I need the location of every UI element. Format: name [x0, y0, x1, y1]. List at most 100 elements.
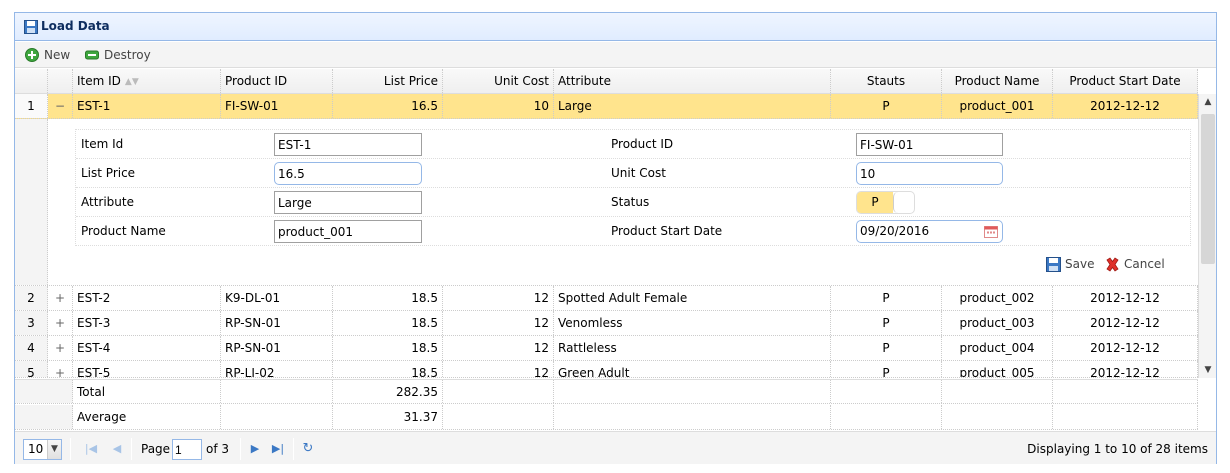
scrollbar-thumb[interactable]	[1201, 114, 1215, 264]
cell-item-id: EST-3	[73, 311, 221, 335]
cell-attribute: Spotted Adult Female	[554, 286, 831, 310]
attribute-field[interactable]	[274, 191, 422, 214]
cancel-button[interactable]: Cancel	[1105, 255, 1169, 273]
calendar-icon[interactable]	[984, 225, 998, 238]
header-item-id-label: Item ID	[77, 74, 121, 88]
cell-attribute: Rattleless	[554, 336, 831, 360]
cell-list-price: 18.5	[333, 336, 443, 360]
unit-cost-field[interactable]	[856, 162, 1003, 185]
footer-average-row: Average 31.37	[15, 405, 1198, 430]
page-number-input[interactable]	[172, 439, 202, 460]
expand-icon[interactable]: +	[48, 311, 73, 335]
first-page-icon[interactable]: |◀	[83, 440, 99, 458]
detail-gutter	[15, 119, 48, 285]
footer-total-row: Total 282.35	[15, 379, 1198, 404]
header-status[interactable]: Stauts	[831, 69, 942, 93]
new-button[interactable]: New	[25, 46, 73, 64]
cell-product-name: product_003	[942, 311, 1053, 335]
footer-cell	[942, 405, 1053, 429]
page-size-select[interactable]: 10 ▼	[23, 439, 62, 460]
start-date-label: Product Start Date	[611, 224, 723, 238]
header-attribute[interactable]: Attribute	[554, 69, 831, 93]
cancel-x-icon	[1106, 257, 1119, 272]
pager-separator	[131, 438, 132, 460]
destroy-button[interactable]: Destroy	[85, 46, 157, 64]
prev-page-icon[interactable]: ◀	[109, 440, 125, 458]
pager-separator	[293, 438, 294, 460]
cell-list-price: 18.5	[333, 361, 443, 377]
header-list-price[interactable]: List Price	[333, 69, 443, 93]
header-rownum	[15, 69, 48, 93]
next-page-icon[interactable]: ▶	[247, 440, 263, 458]
new-button-label: New	[44, 48, 71, 62]
expand-icon[interactable]: +	[48, 336, 73, 360]
header-expander	[48, 69, 73, 93]
destroy-button-label: Destroy	[104, 48, 151, 62]
save-disk-icon	[24, 20, 38, 34]
table-row[interactable]: 1 − EST-1 FI-SW-01 16.5 10 Large P produ…	[15, 94, 1198, 119]
pager-info: Displaying 1 to 10 of 28 items	[1027, 442, 1208, 456]
scroll-down-icon[interactable]: ▼	[1199, 362, 1217, 378]
header-unit-cost[interactable]: Unit Cost	[443, 69, 554, 93]
expand-icon[interactable]: +	[48, 286, 73, 310]
header-product-name[interactable]: Product Name	[942, 69, 1053, 93]
item-id-field[interactable]	[274, 133, 422, 156]
vertical-scrollbar[interactable]: ▲ ▼	[1198, 94, 1216, 378]
row-number: 3	[15, 311, 48, 335]
cell-item-id: EST-1	[73, 94, 221, 118]
detail-line: Attribute Status P	[76, 188, 1190, 217]
cell-unit-cost: 12	[443, 286, 554, 310]
header-product-id[interactable]: Product ID	[221, 69, 333, 93]
list-price-field[interactable]	[274, 162, 422, 185]
table-row[interactable]: 3 + EST-3 RP-SN-01 18.5 12 Venomless P p…	[15, 311, 1198, 336]
row-number: 5	[15, 361, 48, 377]
footer-cell	[554, 380, 831, 403]
cell-status: P	[831, 361, 942, 377]
scroll-up-icon[interactable]: ▲	[1199, 94, 1217, 110]
cell-product-name: product_002	[942, 286, 1053, 310]
page-of-label: of 3	[206, 442, 230, 456]
chevron-down-icon[interactable]: ▼	[47, 440, 61, 459]
cell-list-price: 18.5	[333, 286, 443, 310]
average-label: Average	[73, 405, 221, 429]
cell-attribute: Venomless	[554, 311, 831, 335]
save-button[interactable]: Save	[1046, 255, 1098, 273]
product-name-field[interactable]	[274, 220, 422, 243]
product-name-label: Product Name	[81, 224, 166, 238]
table-row[interactable]: 4 + EST-4 RP-SN-01 18.5 12 Rattleless P …	[15, 336, 1198, 361]
header-item-id[interactable]: Item ID ▲▼	[73, 69, 221, 93]
status-switch[interactable]: P	[856, 191, 915, 214]
add-icon	[25, 48, 39, 62]
start-date-field[interactable]: 09/20/2016	[856, 220, 1003, 243]
refresh-icon[interactable]: ↻	[300, 440, 316, 458]
pagination-bar: 10 ▼ |◀ ◀ Page of 3 ▶ ▶| ↻ Displaying 1 …	[15, 431, 1216, 464]
cell-item-id: EST-5	[73, 361, 221, 377]
product-id-field[interactable]	[856, 133, 1003, 156]
detail-line: Item Id Product ID	[76, 130, 1190, 159]
footer-cell	[221, 380, 333, 403]
footer-gutter	[15, 405, 73, 429]
cell-product-name: product_005	[942, 361, 1053, 377]
item-id-label: Item Id	[81, 137, 124, 151]
table-row[interactable]: 2 + EST-2 K9-DL-01 18.5 12 Spotted Adult…	[15, 286, 1198, 311]
average-value: 31.37	[333, 405, 443, 429]
cell-start-date: 2012-12-12	[1053, 361, 1198, 377]
table-row[interactable]: 5 + EST-5 RP-LI-02 18.5 12 Green Adult P…	[15, 361, 1198, 378]
footer-cell	[831, 405, 942, 429]
header-product-start-date[interactable]: Product Start Date	[1053, 69, 1198, 93]
last-page-icon[interactable]: ▶|	[270, 440, 286, 458]
status-switch-knob[interactable]	[893, 192, 914, 213]
page-size-value: 10	[28, 442, 44, 456]
total-value: 282.35	[333, 380, 443, 403]
load-data-panel: Load Data New Destroy Item ID ▲▼ Product…	[14, 12, 1217, 464]
collapse-icon[interactable]: −	[48, 94, 73, 118]
pager-separator	[70, 438, 71, 460]
row-number: 1	[15, 94, 48, 118]
panel-header: Load Data	[15, 13, 1216, 41]
cell-start-date: 2012-12-12	[1053, 286, 1198, 310]
expand-icon[interactable]: +	[48, 361, 73, 377]
detail-form: Item Id Product ID List Price Unit Cost …	[75, 129, 1191, 246]
cell-status: P	[831, 336, 942, 360]
row-detail-panel: Item Id Product ID List Price Unit Cost …	[15, 119, 1198, 286]
footer-cell	[942, 380, 1053, 403]
